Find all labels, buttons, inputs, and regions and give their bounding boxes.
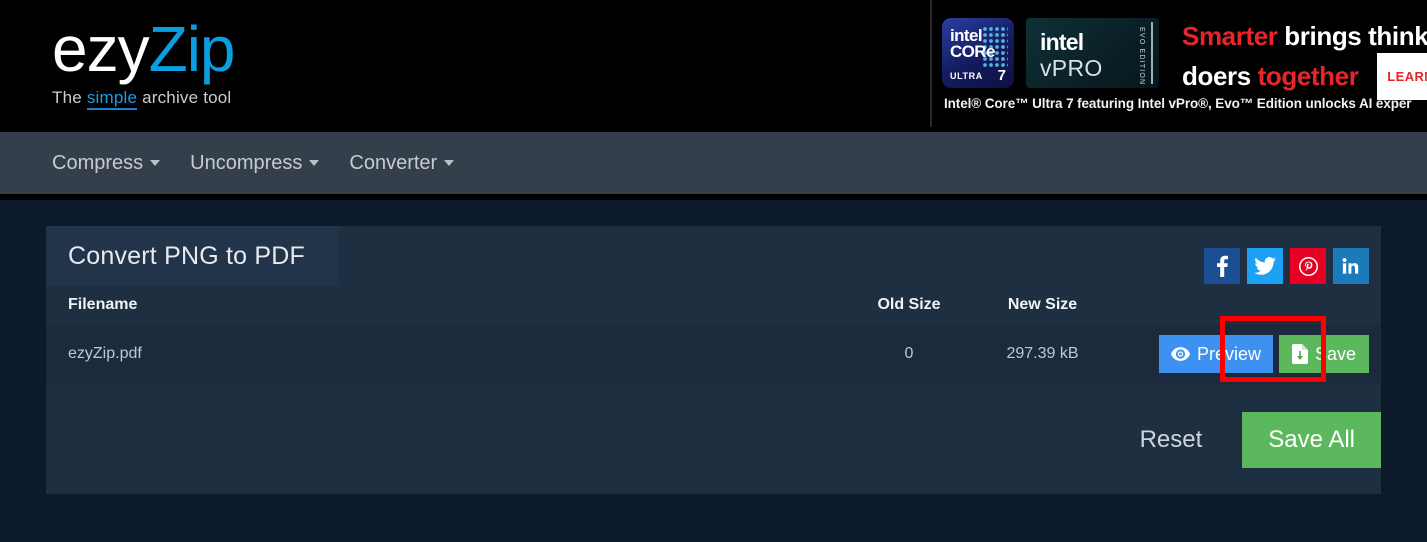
column-header-old-size: Old Size (877, 296, 941, 313)
cell-actions: Preview Save (1115, 316, 1381, 382)
chevron-down-icon (444, 160, 455, 166)
twitter-bird-icon (1254, 257, 1276, 275)
card-title-tab: Convert PNG to PDF (46, 226, 339, 286)
ad-headline-word-smarter: Smarter (1182, 21, 1278, 51)
site-logo[interactable]: ezyZip The simple archive tool (52, 16, 235, 110)
nav-label-compress: Compress (52, 151, 144, 174)
cell-old-size: 0 (904, 345, 914, 362)
badge-core-line2: CORe (950, 42, 995, 61)
nav-label-converter: Converter (349, 151, 438, 174)
badge-core-number: 7 (997, 67, 1006, 84)
chevron-down-icon (309, 160, 320, 166)
navbar-wrapper: Compress Uncompress Converter (0, 127, 1427, 200)
intel-core-ultra-badge-icon: intel CORe ULTRA 7 (942, 18, 1014, 88)
nav-item-uncompress[interactable]: Uncompress (190, 151, 320, 175)
save-file-download-icon (1291, 344, 1308, 364)
ad-headline-word-doers: doers (1182, 61, 1258, 91)
preview-button[interactable]: Preview (1158, 335, 1273, 373)
ad-headline-line1: Smarter brings thinke (1182, 20, 1427, 53)
ad-headline-line2: doers together LEARN (1182, 53, 1427, 100)
ad-disclaimer-text: Intel® Core™ Ultra 7 featuring Intel vPr… (944, 96, 1412, 111)
twitter-share-button[interactable] (1247, 248, 1283, 284)
linkedin-share-button[interactable] (1333, 248, 1369, 284)
ad-headline: Smarter brings thinke doers together LEA… (1182, 20, 1427, 100)
facebook-icon (1216, 255, 1228, 277)
nav-label-uncompress: Uncompress (190, 151, 303, 174)
pinterest-share-button[interactable] (1290, 248, 1326, 284)
results-table: Filename Old Size New Size ezyZip.pdf 0 … (46, 286, 1381, 384)
save-button-label: Save (1314, 343, 1356, 364)
logo-text-primary: ezy (52, 13, 150, 85)
table-header-row: Filename Old Size New Size (46, 286, 1381, 324)
pinterest-icon (1298, 256, 1318, 276)
column-header-filename: Filename (68, 296, 138, 313)
logo-text-accent: Zip (148, 13, 236, 85)
cell-filename: ezyZip.pdf (68, 345, 142, 362)
chevron-down-icon (150, 160, 161, 166)
badge-vpro-line2: vPRO (1040, 55, 1103, 81)
intel-advertisement[interactable]: intel CORe ULTRA 7 intel vPRO EVO EDITIO… (930, 0, 1427, 127)
logo-wordmark: ezyZip (52, 16, 235, 82)
conversion-result-card: Convert PNG to PDF Filename Old Size New… (46, 226, 1381, 494)
save-button[interactable]: Save (1278, 335, 1369, 373)
nav-item-compress[interactable]: Compress (52, 151, 161, 175)
card-footer-actions: Reset Save All (46, 386, 1381, 494)
tagline-pre: The (52, 88, 87, 107)
eye-icon (1170, 347, 1190, 361)
tagline-post: archive tool (137, 88, 232, 107)
site-header: ezyZip The simple archive tool intel COR… (0, 0, 1427, 127)
intel-vpro-badge-icon: intel vPRO EVO EDITION (1026, 18, 1159, 88)
ad-headline-rest1: brings thinke (1277, 21, 1427, 51)
site-tagline: The simple archive tool (52, 88, 235, 110)
page-title: Convert PNG to PDF (68, 241, 305, 270)
ad-headline-word-together: together (1257, 61, 1359, 91)
reset-button[interactable]: Reset (1140, 426, 1203, 454)
badge-vpro-line1: intel (1040, 29, 1084, 55)
nav-item-converter[interactable]: Converter (349, 151, 455, 175)
badge-core-line3: ULTRA (950, 71, 983, 81)
facebook-share-button[interactable] (1204, 248, 1240, 284)
ad-badges: intel CORe ULTRA 7 intel vPRO EVO EDITIO… (942, 18, 1159, 88)
badge-vpro-edition: EVO EDITION (1138, 27, 1145, 86)
social-share-buttons (1204, 248, 1369, 284)
save-all-button[interactable]: Save All (1242, 412, 1381, 468)
ad-learn-more-button[interactable]: LEARN (1377, 53, 1427, 100)
table-row: ezyZip.pdf 0 297.39 kB Preview Save (46, 316, 1381, 384)
page-body: Convert PNG to PDF Filename Old Size New… (0, 200, 1427, 542)
main-navigation: Compress Uncompress Converter (0, 132, 1427, 194)
preview-button-label: Preview (1196, 343, 1261, 364)
tagline-accent: simple (86, 88, 138, 110)
badge-vpro-divider (1151, 22, 1153, 84)
cell-new-size: 297.39 kB (1006, 345, 1079, 362)
linkedin-icon (1342, 258, 1359, 274)
column-header-new-size: New Size (1007, 296, 1078, 313)
